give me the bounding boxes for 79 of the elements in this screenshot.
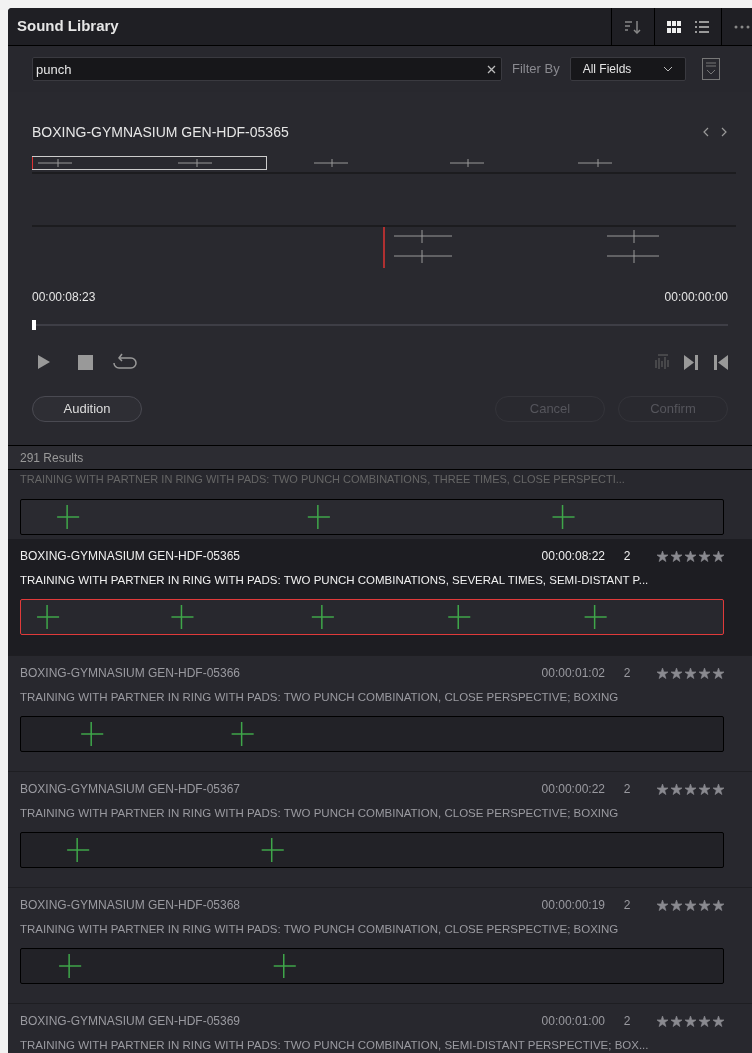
clear-icon[interactable] — [487, 64, 496, 74]
loop-icon[interactable] — [113, 353, 137, 371]
star-icon[interactable] — [699, 667, 710, 679]
stop-icon[interactable] — [78, 354, 93, 370]
star-icon[interactable] — [713, 667, 724, 679]
previous-icon[interactable] — [702, 127, 710, 137]
result-row[interactable]: BOXING-GYMNASIUM GEN-HDF-05365 00:00:08:22 2 TRAINING WITH PARTNER IN RING WITH PADS: TWO PUNCH COMBINATIONS, SEVERAL TIMES, SEMI-DISTANT P... — [8, 539, 752, 655]
end-timecode: 00:00:00:00 — [664, 289, 728, 306]
clip-description: TRAINING WITH PARTNER IN RING WITH PADS: TWO PUNCH COMBINATION, CLOSE PERSPECTIVE; BOXING — [20, 806, 620, 821]
chevron-down-icon — [662, 66, 673, 72]
star-icon[interactable] — [685, 783, 696, 795]
star-icon[interactable] — [657, 783, 668, 795]
result-row[interactable]: BOXING-GYMNASIUM GEN-HDF-05369 00:00:01:00 2 TRAINING WITH PARTNER IN RING WITH PADS: TWO PUNCH COMBINATION, SEMI-DISTANT PERSPECTIVE; BOX... — [8, 1003, 752, 1053]
star-icon[interactable] — [685, 550, 696, 562]
clip-name: BOXING-GYMNASIUM GEN-HDF-05368 — [20, 897, 242, 914]
clip-description: TRAINING WITH PARTNER IN RING WITH PADS: TWO PUNCH COMBINATION, CLOSE PERSPECTIVE; BOXING — [20, 922, 620, 937]
channel-count: 2 — [622, 665, 632, 682]
clip-name: BOXING-GYMNASIUM GEN-HDF-05367 — [20, 781, 242, 798]
clip-duration: 00:00:01:02 — [541, 665, 605, 682]
clip-description: TRAINING WITH PARTNER IN RING WITH PADS: TWO PUNCH COMBINATION, SEMI-DISTANT PERSPECTIVE; BOX... — [20, 1038, 650, 1053]
clip-name: BOXING-GYMNASIUM GEN-HDF-05369 — [20, 1013, 242, 1030]
clip-duration: 00:00:08:22 — [541, 548, 605, 565]
star-icon[interactable] — [671, 899, 682, 911]
filter-label: Filter By — [512, 60, 560, 79]
clip-name: BOXING-GYMNASIUM GEN-HDF-05365 — [20, 548, 242, 565]
star-icon[interactable] — [657, 1015, 668, 1027]
channel-count: 2 — [622, 781, 632, 798]
waveform-strip[interactable] — [20, 599, 724, 636]
scrub-track[interactable] — [32, 320, 728, 330]
star-icon[interactable] — [657, 667, 668, 679]
sort-icon[interactable] — [624, 19, 642, 34]
clip-description: TRAINING WITH PARTNER IN RING WITH PADS: TWO PUNCH COMBINATIONS, THREE TIMES, CLOSE PERSPECTI... — [20, 472, 626, 486]
star-icon[interactable] — [685, 899, 696, 911]
star-rating[interactable] — [657, 899, 724, 911]
next-icon[interactable] — [720, 127, 728, 137]
star-icon[interactable] — [685, 667, 696, 679]
star-icon[interactable] — [685, 1015, 696, 1027]
star-icon[interactable] — [713, 1015, 724, 1027]
clip-description: TRAINING WITH PARTNER IN RING WITH PADS: TWO PUNCH COMBINATION, CLOSE PERSPECTIVE; BOXING — [20, 690, 620, 705]
channel-count: 2 — [622, 897, 632, 914]
skip-to-start-icon[interactable] — [714, 354, 728, 370]
star-icon[interactable] — [671, 667, 682, 679]
clip-description: TRAINING WITH PARTNER IN RING WITH PADS: TWO PUNCH COMBINATIONS, SEVERAL TIMES, SEMI-DISTANT P... — [20, 573, 650, 588]
star-icon[interactable] — [699, 783, 710, 795]
play-icon[interactable] — [38, 355, 50, 369]
clip-duration: 00:00:00:22 — [541, 781, 605, 798]
clip-title: BOXING-GYMNASIUM GEN-HDF-05365 — [32, 122, 290, 142]
playhead-handle[interactable] — [32, 320, 36, 330]
clip-name: BOXING-GYMNASIUM GEN-HDF-05366 — [20, 665, 242, 682]
skip-to-end-icon[interactable] — [684, 354, 698, 370]
star-icon[interactable] — [699, 1015, 710, 1027]
star-icon[interactable] — [699, 550, 710, 562]
audition-button[interactable]: Audition — [32, 396, 142, 422]
star-rating[interactable] — [657, 1015, 724, 1027]
search-field[interactable]: punch — [32, 57, 502, 81]
start-timecode: 00:00:08:23 — [32, 289, 96, 306]
channel-count: 2 — [622, 548, 632, 565]
grid-view-icon[interactable] — [667, 20, 681, 33]
star-icon[interactable] — [671, 550, 682, 562]
star-icon[interactable] — [657, 899, 668, 911]
clip-duration: 00:00:00:19 — [541, 897, 605, 914]
channel-count: 2 — [622, 1013, 632, 1030]
list-view-icon[interactable] — [695, 20, 709, 33]
star-icon[interactable] — [713, 783, 724, 795]
star-icon[interactable] — [713, 899, 724, 911]
filter-dropdown[interactable]: All Fields — [569, 57, 686, 81]
filter-options-icon[interactable] — [701, 58, 720, 80]
star-icon[interactable] — [699, 899, 710, 911]
results-count: 291 Results — [20, 449, 84, 467]
star-icon[interactable] — [713, 550, 724, 562]
star-rating[interactable] — [657, 783, 724, 795]
window-title: Sound Library — [16, 16, 120, 37]
star-rating[interactable] — [657, 550, 724, 562]
star-icon[interactable] — [657, 550, 668, 562]
star-rating[interactable] — [657, 667, 724, 679]
star-icon[interactable] — [671, 783, 682, 795]
clip-duration: 00:00:01:00 — [541, 1013, 605, 1030]
more-icon[interactable] — [734, 24, 750, 29]
star-icon[interactable] — [671, 1015, 682, 1027]
